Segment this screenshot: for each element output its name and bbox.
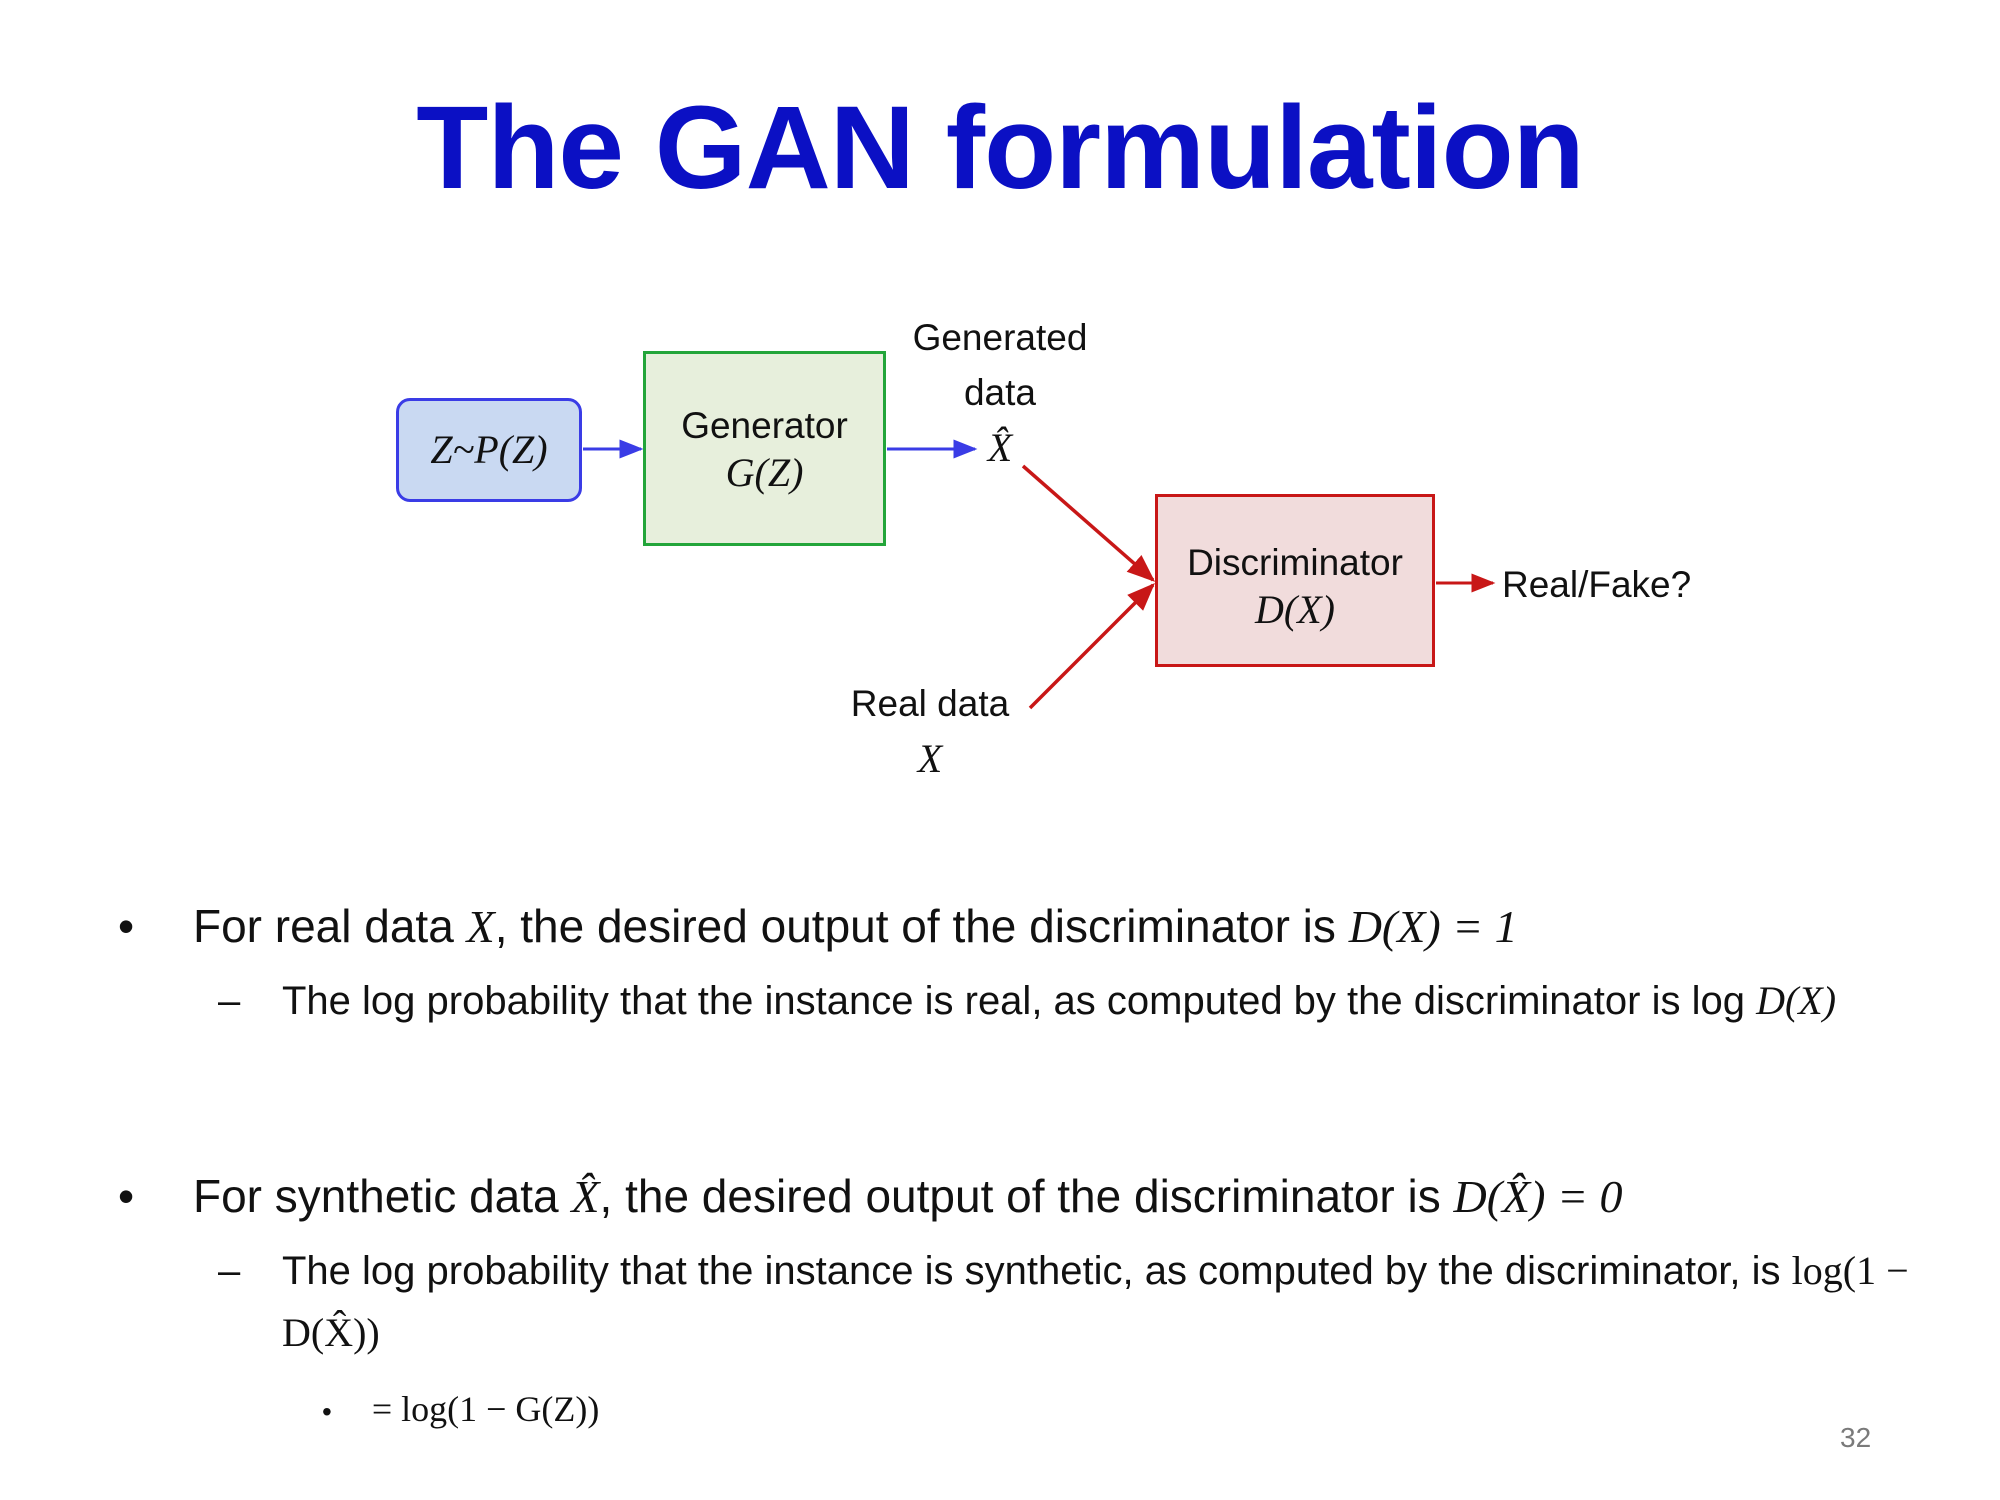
subsubbullet-generator-log: • = log(1 − G(Z)) xyxy=(322,1384,599,1437)
generated-data-math: X̂ xyxy=(987,425,1013,470)
bullet-dot: • xyxy=(118,1170,135,1222)
real-fake-output-label: Real/Fake? xyxy=(1502,564,1692,605)
subsub-math: = log(1 − G(Z)) xyxy=(371,1389,600,1429)
noise-distribution-box: Z~P(Z) xyxy=(396,398,582,502)
real-data-line1: Real data xyxy=(850,683,1010,724)
generator-box: Generator G(Z) xyxy=(643,351,886,546)
real-data-math: X xyxy=(917,736,943,781)
dash: – xyxy=(218,1249,241,1293)
discriminator-box: Discriminator D(X) xyxy=(1155,494,1435,667)
discriminator-label: Discriminator xyxy=(1187,542,1403,583)
discriminator-math: D(X) xyxy=(1255,587,1335,632)
generator-label: Generator xyxy=(681,405,848,446)
page-number: 32 xyxy=(1840,1422,1872,1453)
subbullet-text: The log probability that the instance is… xyxy=(282,1248,1909,1355)
noise-math: Z~P(Z) xyxy=(430,427,548,472)
bullet-dot: • xyxy=(322,1396,332,1427)
generator-math: G(Z) xyxy=(725,450,804,495)
bullet-text: For real data X, the desired output of t… xyxy=(193,900,1518,952)
bullet-dot: • xyxy=(118,900,135,952)
dash: – xyxy=(218,979,241,1023)
subbullet-text: The log probability that the instance is… xyxy=(282,978,1837,1023)
bullet-text: For synthetic data X̂, the desired outpu… xyxy=(193,1170,1623,1222)
arrow-generated-to-discriminator xyxy=(1021,464,1156,582)
arrow-real-to-discriminator xyxy=(1028,583,1155,710)
real-data-label: Real data X xyxy=(830,676,1030,786)
generated-data-line2: data xyxy=(963,372,1036,413)
generated-data-label: Generated data X̂ xyxy=(880,310,1120,475)
generated-data-line1: Generated xyxy=(912,317,1088,358)
